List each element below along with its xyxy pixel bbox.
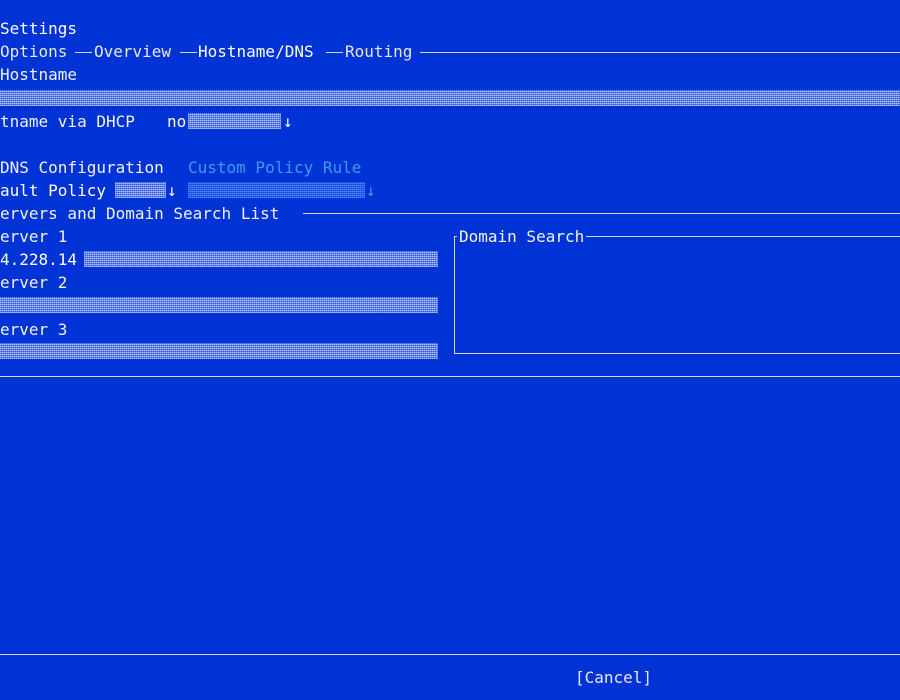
- section-rule: [303, 213, 900, 214]
- dhcp-hostname-label: tname via DHCP: [0, 112, 135, 131]
- server-2-label: erver 2: [0, 273, 68, 292]
- tab-routing[interactable]: Routing: [345, 40, 412, 63]
- dhcp-hostname-dropdown[interactable]: [188, 113, 281, 129]
- down-arrow-icon[interactable]: ↓: [167, 179, 177, 202]
- window-title: Settings: [0, 19, 78, 38]
- tab-options[interactable]: Options: [0, 40, 67, 63]
- section-bottom-rule: [0, 376, 900, 377]
- tab-bar-rule: [420, 52, 900, 53]
- tab-separator: [326, 52, 343, 53]
- domain-search-title: Domain Search: [457, 225, 587, 248]
- server-3-label: erver 3: [0, 320, 68, 339]
- hostname-input[interactable]: [0, 90, 900, 106]
- hostname-label: Hostname: [0, 65, 78, 84]
- server-3-input[interactable]: [0, 343, 438, 359]
- down-arrow-icon: ↓: [366, 181, 376, 200]
- tab-separator: [180, 52, 197, 53]
- dns-config-label: DNS Configuration: [0, 158, 164, 177]
- custom-policy-rule-label: Custom Policy Rule: [188, 158, 362, 177]
- server-1-label: erver 1: [0, 227, 68, 246]
- server-1-input-fill[interactable]: [84, 251, 438, 267]
- tab-separator: [75, 52, 92, 53]
- footer-rule: [0, 654, 900, 655]
- tab-overview[interactable]: Overview: [94, 40, 171, 63]
- server-1-value[interactable]: 4.228.14: [0, 248, 77, 271]
- custom-policy-dropdown: [188, 182, 365, 198]
- tab-hostname-dns[interactable]: Hostname/DNS: [198, 40, 314, 63]
- server-2-input[interactable]: [0, 297, 438, 313]
- domain-search-list[interactable]: [454, 236, 900, 354]
- servers-section-title: ervers and Domain Search List: [0, 204, 280, 223]
- cancel-button[interactable]: [Cancel]: [575, 666, 652, 689]
- dhcp-hostname-value: no: [167, 112, 187, 131]
- default-policy-label: ault Policy: [0, 181, 106, 200]
- down-arrow-icon[interactable]: ↓: [283, 110, 293, 133]
- default-policy-dropdown[interactable]: [115, 182, 166, 198]
